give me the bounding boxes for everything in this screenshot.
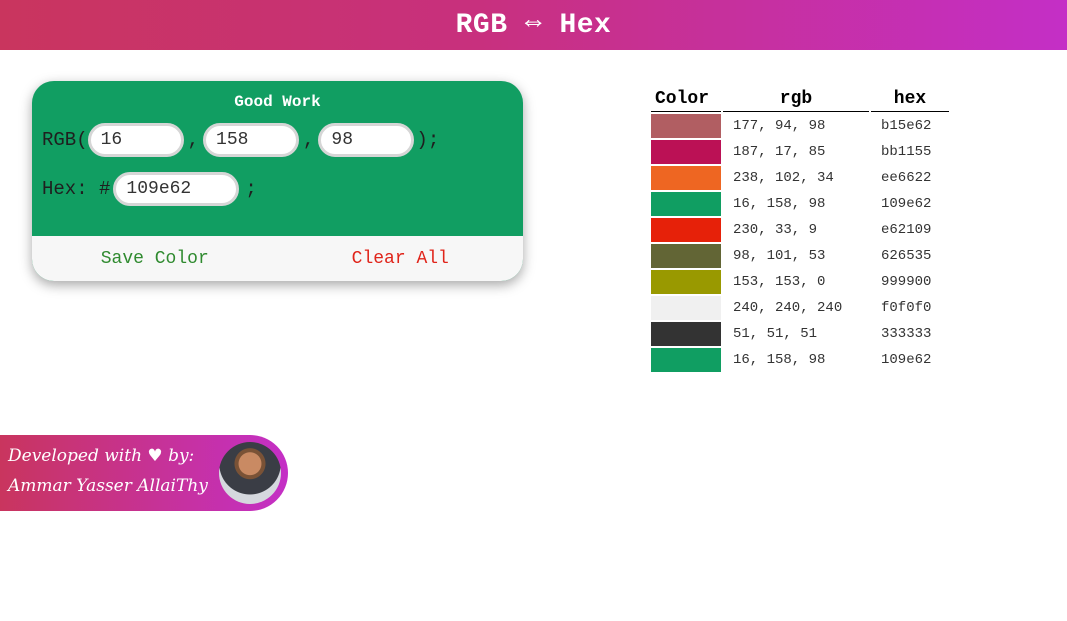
color-swatch-cell [651, 296, 721, 320]
card-actions: Save Color Clear All [32, 236, 523, 281]
rgb-value-cell: 98, 101, 53 [733, 248, 826, 264]
rgb-prefix: RGB( [42, 129, 88, 151]
color-swatch[interactable] [651, 322, 721, 346]
color-swatch-cell [651, 114, 721, 138]
color-swatch-cell [651, 270, 721, 294]
color-swatch[interactable] [651, 270, 721, 294]
rgb-value-cell: 16, 158, 98 [733, 352, 826, 368]
hex-value-cell: e62109 [881, 222, 932, 238]
saved-color-row[interactable]: 51, 51, 51 333333 [651, 322, 949, 346]
rgb-suffix: ); [416, 129, 440, 151]
blue-input[interactable] [318, 123, 415, 157]
hex-value-cell: 333333 [881, 326, 932, 342]
column-header-hex: hex [871, 87, 949, 112]
rgb-value-cell: 230, 33, 9 [733, 222, 818, 238]
developer-credit: Developed with ♥ by: Ammar Yasser AllaiT… [0, 435, 288, 511]
color-swatch-cell [651, 348, 721, 372]
credit-line: Developed with ♥ by: [8, 446, 195, 466]
hex-input[interactable] [113, 172, 240, 206]
developer-avatar-icon [219, 442, 281, 504]
hex-value-cell: f0f0f0 [881, 300, 932, 316]
color-swatch[interactable] [651, 244, 721, 268]
color-swatch[interactable] [651, 114, 721, 138]
saved-color-row[interactable]: 238, 102, 34 ee6622 [651, 166, 949, 190]
color-swatch-cell [651, 166, 721, 190]
color-swatch[interactable] [651, 192, 721, 216]
column-header-rgb: rgb [723, 87, 869, 112]
app-header: RGB ⇔ Hex [0, 0, 1067, 50]
hex-value-cell: b15e62 [881, 118, 932, 134]
validation-status: Good Work [234, 93, 321, 111]
hex-value-cell: 109e62 [881, 196, 932, 212]
green-input[interactable] [203, 123, 300, 157]
color-swatch[interactable] [651, 348, 721, 372]
color-swatch[interactable] [651, 296, 721, 320]
hex-row: Hex: # ; [42, 172, 257, 206]
hex-value-cell: bb1155 [881, 144, 932, 160]
comma-separator: , [187, 129, 200, 151]
developer-name: Ammar Yasser AllaiThy [8, 476, 208, 496]
rgb-value-cell: 177, 94, 98 [733, 118, 826, 134]
rgb-value-cell: 51, 51, 51 [733, 326, 818, 342]
converter-card: Good Work RGB( , , ); Hex: # ; Save Colo… [32, 81, 523, 281]
hex-suffix: ; [245, 178, 257, 200]
clear-all-button[interactable]: Clear All [278, 249, 524, 269]
hex-value-cell: ee6622 [881, 170, 932, 186]
color-swatch-cell [651, 244, 721, 268]
hex-value-cell: 999900 [881, 274, 932, 290]
column-header-color: Color [651, 87, 721, 112]
red-input[interactable] [87, 123, 184, 157]
saved-color-row[interactable]: 240, 240, 240 f0f0f0 [651, 296, 949, 320]
hex-label: Hex: # [42, 178, 111, 200]
rgb-value-cell: 16, 158, 98 [733, 196, 826, 212]
app-title: RGB ⇔ Hex [455, 9, 612, 41]
color-swatch[interactable] [651, 140, 721, 164]
color-swatch-cell [651, 218, 721, 242]
color-swatch-cell [651, 322, 721, 346]
saved-color-row[interactable]: 16, 158, 98 109e62 [651, 192, 949, 216]
color-swatch-cell [651, 192, 721, 216]
saved-color-row[interactable]: 177, 94, 98 b15e62 [651, 114, 949, 138]
saved-color-row[interactable]: 16, 158, 98 109e62 [651, 348, 949, 372]
rgb-value-cell: 238, 102, 34 [733, 170, 834, 186]
rgb-value-cell: 240, 240, 240 [733, 300, 843, 316]
rgb-value-cell: 153, 153, 0 [733, 274, 826, 290]
saved-color-row[interactable]: 98, 101, 53 626535 [651, 244, 949, 268]
color-swatch[interactable] [651, 166, 721, 190]
saved-color-row[interactable]: 187, 17, 85 bb1155 [651, 140, 949, 164]
saved-colors-table: Color rgb hex 177, 94, 98 b15e62 187, 17, … [649, 85, 951, 374]
hex-value-cell: 626535 [881, 248, 932, 264]
hex-value-cell: 109e62 [881, 352, 932, 368]
comma-separator: , [303, 129, 315, 151]
color-swatch-cell [651, 140, 721, 164]
saved-color-row[interactable]: 153, 153, 0 999900 [651, 270, 949, 294]
saved-color-row[interactable]: 230, 33, 9 e62109 [651, 218, 949, 242]
rgb-value-cell: 187, 17, 85 [733, 144, 826, 160]
color-swatch[interactable] [651, 218, 721, 242]
save-color-button[interactable]: Save Color [32, 249, 278, 269]
rgb-row: RGB( , , ); [42, 123, 439, 157]
